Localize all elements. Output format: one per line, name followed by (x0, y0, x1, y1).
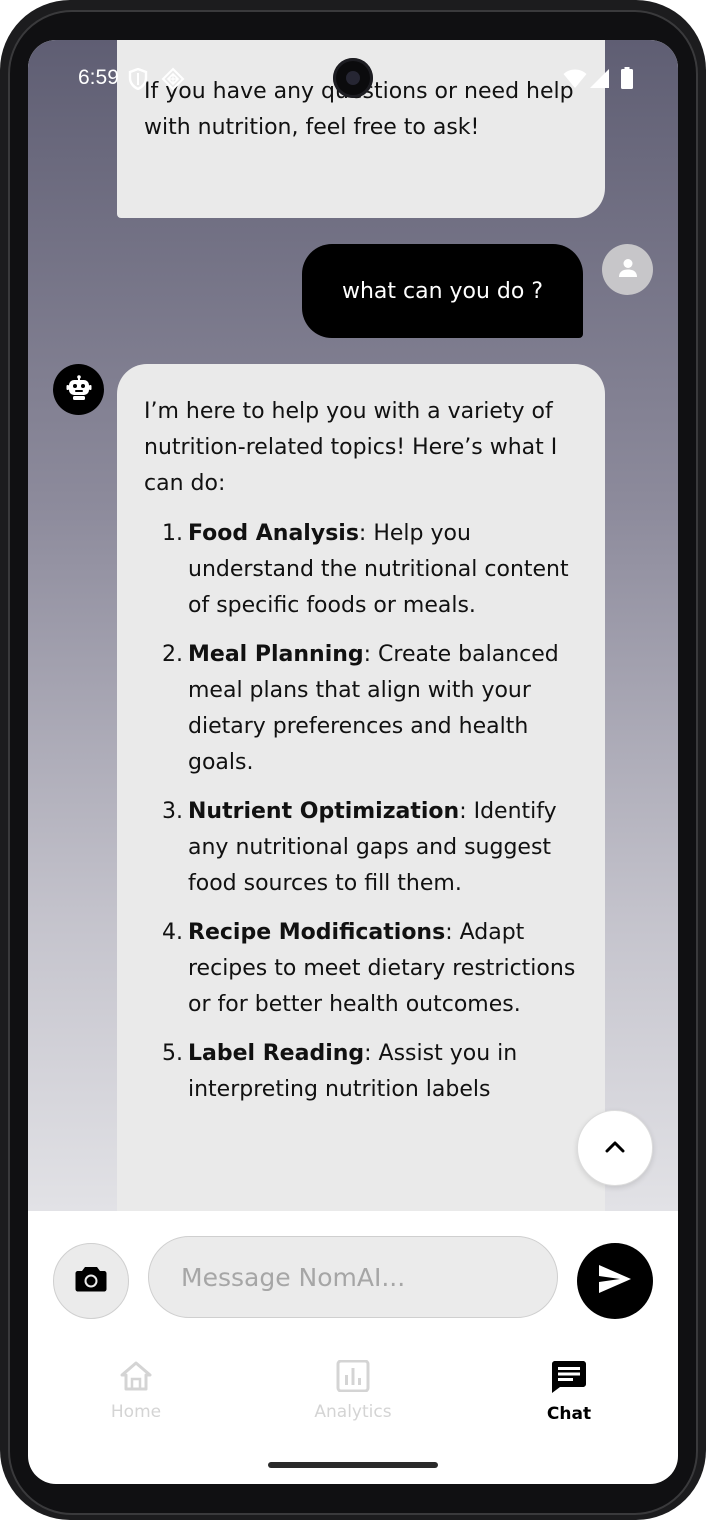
home-icon (119, 1360, 153, 1396)
front-camera (333, 58, 373, 98)
bot-message-intro: I’m here to help you with a variety of n… (144, 399, 558, 496)
home-indicator[interactable] (268, 1462, 438, 1468)
analytics-icon (336, 1359, 370, 1396)
list-item-title: Label Reading (188, 1041, 365, 1066)
list-item: 2. Meal Planning: Create balanced meal pl… (144, 637, 585, 781)
phone-frame: 6:59 If you have any questions or need h… (0, 0, 706, 1520)
chat-icon (551, 1360, 587, 1398)
list-item: 1. Food Analysis: Help you understand the… (144, 516, 585, 624)
list-item-number: 1. (162, 521, 183, 546)
user-message-text: what can you do ? (341, 278, 544, 304)
list-item: 3. Nutrient Optimization: Identify any nu… (144, 794, 585, 902)
list-item: 5. Label Reading: Assist you in interpret… (144, 1036, 585, 1108)
message-input[interactable] (148, 1236, 558, 1318)
camera-button[interactable] (53, 1243, 129, 1319)
cellular-signal-icon (589, 68, 610, 93)
nav-label-chat: Chat (546, 1404, 592, 1424)
camera-icon (75, 1265, 107, 1297)
diamond-grid-icon (161, 67, 185, 95)
user-message: what can you do ? (302, 244, 583, 338)
send-button[interactable] (577, 1243, 653, 1319)
send-icon (598, 1264, 632, 1298)
battery-icon (621, 67, 633, 93)
nav-item-chat[interactable]: Chat (489, 1360, 649, 1440)
scroll-to-top-button[interactable] (577, 1110, 653, 1186)
message-composer (28, 1211, 678, 1321)
list-item-number: 5. (162, 1041, 183, 1066)
wifi-icon (563, 69, 587, 93)
list-item: 4. Recipe Modifications: Adapt recipes to… (144, 915, 585, 1023)
list-item-title: Food Analysis (188, 521, 359, 546)
status-time: 6:59 (78, 66, 119, 89)
chat-area[interactable]: 6:59 If you have any questions or need h… (28, 40, 678, 1211)
bottom-navigation: Home Analytics Chat (28, 1340, 678, 1440)
list-item-number: 2. (162, 642, 183, 667)
app-screen: 6:59 If you have any questions or need h… (28, 40, 678, 1484)
shield-icon (128, 67, 148, 94)
bot-capability-list: 1. Food Analysis: Help you understand the… (144, 516, 585, 1108)
status-bar: 6:59 (28, 40, 678, 118)
list-item-number: 4. (162, 920, 183, 945)
nav-item-analytics[interactable]: Analytics (273, 1359, 433, 1440)
chevron-up-icon (604, 1139, 626, 1158)
list-item-title: Recipe Modifications (188, 920, 446, 945)
nav-item-home[interactable]: Home (56, 1360, 216, 1440)
list-item-title: Nutrient Optimization (188, 799, 460, 824)
bot-message: I’m here to help you with a variety of n… (117, 364, 605, 1211)
person-icon (617, 257, 639, 283)
list-item-title: Meal Planning (188, 642, 364, 667)
robot-icon (66, 374, 92, 405)
user-avatar (602, 244, 653, 295)
list-item-number: 3. (162, 799, 183, 824)
nav-label-home: Home (110, 1402, 162, 1422)
nav-label-analytics: Analytics (314, 1402, 392, 1422)
bot-avatar (53, 364, 104, 415)
